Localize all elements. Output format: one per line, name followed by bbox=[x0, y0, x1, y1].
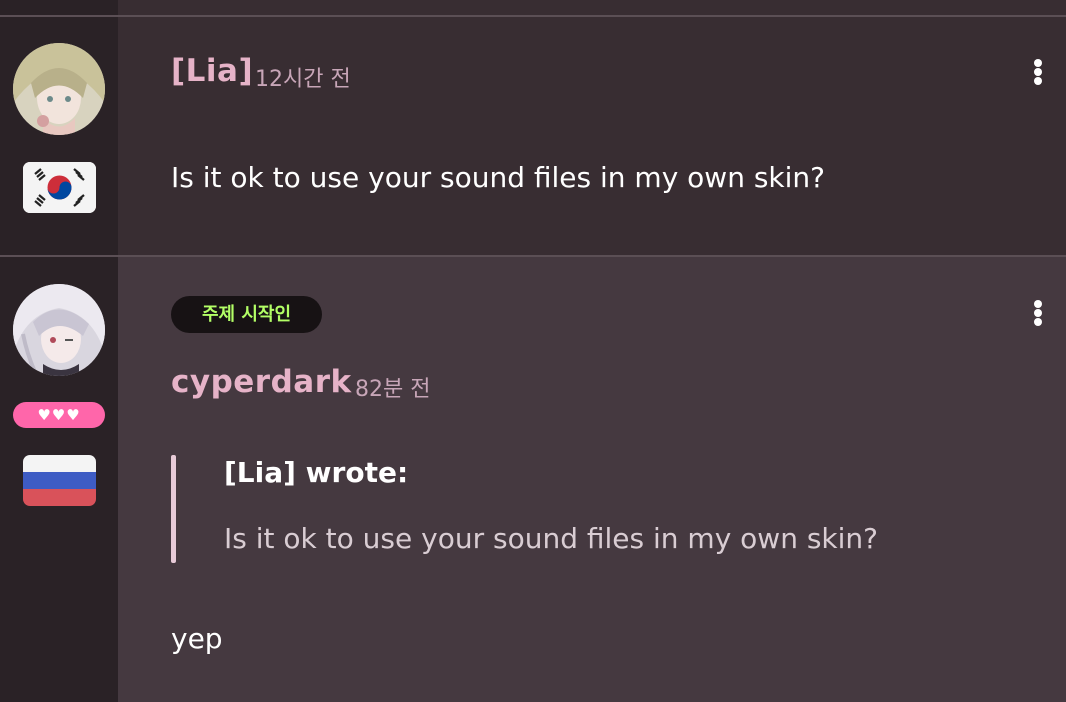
post-content bbox=[118, 17, 1066, 255]
avatar[interactable] bbox=[13, 284, 105, 376]
supporter-badge[interactable]: ♥♥♥ bbox=[13, 402, 105, 428]
post-body: yep bbox=[171, 622, 223, 655]
post-author[interactable]: [Lia] bbox=[171, 53, 253, 89]
avatar[interactable] bbox=[13, 43, 105, 135]
post-timestamp: 12시간 전 bbox=[255, 67, 351, 92]
post-timestamp: 82분 전 bbox=[355, 377, 431, 402]
previous-post-edge bbox=[0, 0, 1066, 15]
post-options-menu[interactable] bbox=[1030, 300, 1046, 334]
south-korea-flag-icon bbox=[23, 162, 96, 213]
post-author[interactable]: cyperdark bbox=[171, 364, 352, 400]
forum-post-1: [Lia] 12시간 전 Is it ok to use your sound … bbox=[0, 17, 1066, 255]
more-options-icon bbox=[1034, 59, 1042, 67]
quote-bar bbox=[171, 455, 176, 563]
more-options-icon bbox=[1034, 300, 1042, 308]
topic-starter-tag: 주제 시작인 bbox=[171, 296, 322, 333]
forum-post-2: ♥♥♥ 주제 시작인 cyperdark 82분 전 [Lia] wrote: … bbox=[0, 257, 1066, 702]
russia-flag-icon bbox=[23, 455, 96, 506]
quote-author: [Lia] wrote: bbox=[224, 456, 409, 489]
post-body: Is it ok to use your sound files in my o… bbox=[171, 161, 826, 194]
post-options-menu[interactable] bbox=[1030, 59, 1046, 93]
quote-text: Is it ok to use your sound files in my o… bbox=[224, 522, 879, 555]
